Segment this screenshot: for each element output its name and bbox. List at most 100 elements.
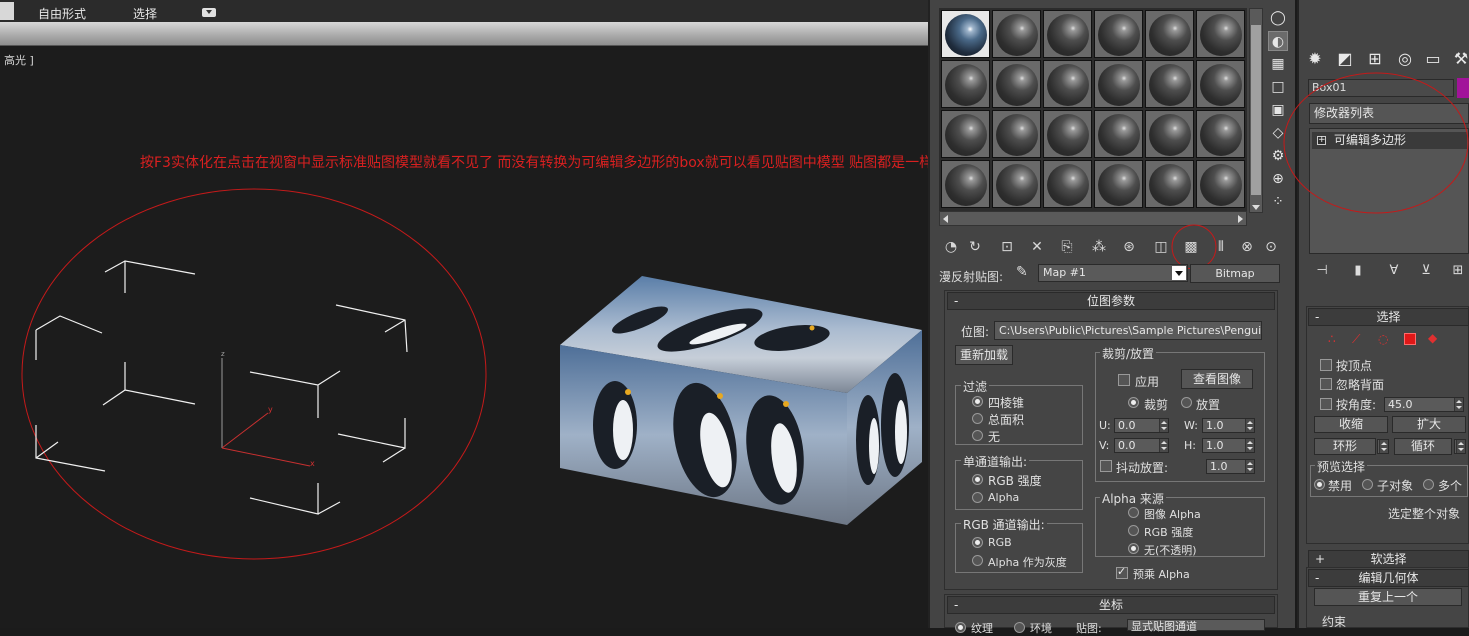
filter-none-radio[interactable] bbox=[972, 430, 983, 441]
hierarchy-tab-icon[interactable]: ⊞ bbox=[1362, 47, 1388, 71]
sample-type-icon[interactable]: ◯ bbox=[1268, 8, 1288, 28]
border-icon[interactable]: ◌ bbox=[1378, 332, 1388, 346]
premultiplied-alpha-checkbox[interactable] bbox=[1116, 565, 1128, 579]
material-slot[interactable] bbox=[1196, 10, 1245, 58]
material-slot[interactable] bbox=[992, 160, 1041, 208]
get-material-icon[interactable]: ◔ bbox=[941, 237, 961, 257]
material-slot[interactable] bbox=[941, 110, 990, 158]
rgb-alpha-radio[interactable] bbox=[972, 555, 983, 566]
bitmap-path-button[interactable]: C:\Users\Public\Pictures\Sample Pictures… bbox=[994, 321, 1262, 340]
repeat-last-button[interactable]: 重复上一个 bbox=[1314, 588, 1462, 606]
put-to-library-icon[interactable]: ⊛ bbox=[1119, 237, 1139, 257]
polygon-icon[interactable] bbox=[1404, 333, 1416, 345]
loop-spinner[interactable] bbox=[1454, 439, 1466, 454]
by-angle-checkbox[interactable] bbox=[1320, 398, 1332, 410]
view-image-button[interactable]: 查看图像 bbox=[1181, 369, 1253, 389]
angle-spinner[interactable]: 45.0 bbox=[1384, 397, 1464, 412]
map-name-dropdown[interactable] bbox=[1172, 266, 1186, 280]
show-end-result-toggle-icon[interactable]: ▮ bbox=[1349, 262, 1367, 280]
pin-stack-icon[interactable]: ⊣ bbox=[1313, 262, 1331, 280]
slots-vertical-scrollbar[interactable] bbox=[1249, 8, 1263, 213]
loop-button[interactable]: 循环 bbox=[1394, 438, 1452, 455]
element-icon[interactable]: ◆ bbox=[1428, 331, 1437, 345]
material-slot[interactable] bbox=[1196, 160, 1245, 208]
make-unique-icon[interactable]: ⁂ bbox=[1089, 237, 1109, 257]
coordinates-header[interactable]: - 坐标 bbox=[947, 596, 1275, 614]
grow-button[interactable]: 扩大 bbox=[1392, 416, 1466, 433]
alpha-rgb-radio[interactable] bbox=[1128, 525, 1139, 536]
jitter-checkbox[interactable] bbox=[1100, 460, 1112, 472]
utilities-tab-icon[interactable]: ⚒ bbox=[1448, 47, 1469, 71]
mapping-dropdown[interactable]: 显式贴图通道 bbox=[1127, 619, 1265, 633]
filter-sat-radio[interactable] bbox=[972, 413, 983, 424]
material-slot[interactable] bbox=[1043, 10, 1092, 58]
material-slot[interactable] bbox=[992, 60, 1041, 108]
motion-tab-icon[interactable]: ◎ bbox=[1392, 47, 1418, 71]
alpha-image-radio[interactable] bbox=[1128, 507, 1139, 518]
edge-icon[interactable]: ⟋ bbox=[1352, 332, 1360, 347]
create-tab-icon[interactable]: ✹ bbox=[1302, 47, 1328, 71]
v-spinner[interactable]: 0.0 bbox=[1114, 438, 1169, 453]
u-spinner[interactable]: 0.0 bbox=[1114, 418, 1169, 433]
material-slot[interactable] bbox=[1196, 60, 1245, 108]
selection-header[interactable]: - 选择 bbox=[1308, 308, 1469, 326]
backlight-icon[interactable]: ◐ bbox=[1268, 31, 1288, 51]
go-forward-sibling-icon[interactable]: ⊙ bbox=[1261, 237, 1281, 257]
material-slot[interactable] bbox=[1043, 60, 1092, 108]
material-slot[interactable] bbox=[941, 10, 990, 58]
material-slot[interactable] bbox=[1094, 110, 1143, 158]
material-slot[interactable] bbox=[1145, 160, 1194, 208]
configure-sets-icon[interactable]: ⊞ bbox=[1449, 262, 1467, 280]
material-slot[interactable] bbox=[1094, 160, 1143, 208]
edit-geometry-header[interactable]: - 编辑几何体 bbox=[1308, 569, 1469, 587]
material-slot[interactable] bbox=[1145, 60, 1194, 108]
reload-button[interactable]: 重新加载 bbox=[955, 345, 1013, 365]
ring-button[interactable]: 环形 bbox=[1314, 438, 1376, 455]
alpha-none-radio[interactable] bbox=[1128, 543, 1139, 554]
shrink-button[interactable]: 收缩 bbox=[1314, 416, 1388, 433]
rgb-rgb-radio[interactable] bbox=[972, 537, 983, 548]
map-type-button[interactable]: Bitmap bbox=[1190, 264, 1280, 283]
ring-spinner[interactable] bbox=[1377, 439, 1389, 454]
material-slot[interactable] bbox=[1196, 110, 1245, 158]
copy-material-icon[interactable]: ⎘ bbox=[1057, 237, 1077, 257]
w-spinner[interactable]: 1.0 bbox=[1202, 418, 1255, 433]
mono-rgb-radio[interactable] bbox=[972, 474, 983, 485]
modify-tab-icon[interactable]: ◩ bbox=[1332, 47, 1358, 71]
reset-map-icon[interactable]: ✕ bbox=[1027, 237, 1047, 257]
jitter-spinner[interactable]: 1.0 bbox=[1206, 459, 1255, 474]
filter-pyramid-radio[interactable] bbox=[972, 396, 983, 407]
material-slot[interactable] bbox=[1094, 10, 1143, 58]
material-slot[interactable] bbox=[992, 110, 1041, 158]
material-slot[interactable] bbox=[941, 160, 990, 208]
apply-checkbox[interactable] bbox=[1118, 374, 1130, 386]
bitmap-params-header[interactable]: - 位图参数 bbox=[947, 292, 1275, 310]
mono-alpha-radio[interactable] bbox=[972, 492, 983, 503]
preview-subobj-radio[interactable] bbox=[1362, 479, 1373, 490]
ignore-backface-checkbox[interactable] bbox=[1320, 378, 1332, 390]
material-slot[interactable] bbox=[941, 60, 990, 108]
make-unique-modifier-icon[interactable]: ∀ bbox=[1385, 262, 1403, 280]
eyedropper-icon[interactable]: ✎ bbox=[1016, 264, 1028, 280]
assign-to-selection-icon[interactable]: ⊡ bbox=[997, 237, 1017, 257]
display-tab-icon[interactable]: ▭ bbox=[1420, 47, 1446, 71]
h-spinner[interactable]: 1.0 bbox=[1202, 438, 1255, 453]
soft-selection-header[interactable]: + 软选择 bbox=[1308, 550, 1469, 568]
material-id-channel-icon[interactable]: ◫ bbox=[1151, 237, 1171, 257]
go-to-parent-icon[interactable]: ⊗ bbox=[1237, 237, 1257, 257]
material-slot[interactable] bbox=[1145, 110, 1194, 158]
material-slot[interactable] bbox=[1043, 110, 1092, 158]
map-name-field[interactable]: Map #1 bbox=[1038, 264, 1188, 282]
material-slot[interactable] bbox=[1043, 160, 1092, 208]
preview-off-radio[interactable] bbox=[1314, 479, 1325, 490]
by-vertex-checkbox[interactable] bbox=[1320, 359, 1332, 371]
crop-radio[interactable] bbox=[1128, 397, 1139, 408]
vertex-icon[interactable]: ∴ bbox=[1328, 332, 1336, 346]
put-to-scene-icon[interactable]: ↻ bbox=[965, 237, 985, 257]
material-slot[interactable] bbox=[992, 10, 1041, 58]
material-slot[interactable] bbox=[1145, 10, 1194, 58]
preview-multi-radio[interactable] bbox=[1423, 479, 1434, 490]
material-slot[interactable] bbox=[1094, 60, 1143, 108]
remove-modifier-icon[interactable]: ⊻ bbox=[1417, 262, 1435, 280]
place-radio[interactable] bbox=[1181, 397, 1192, 408]
